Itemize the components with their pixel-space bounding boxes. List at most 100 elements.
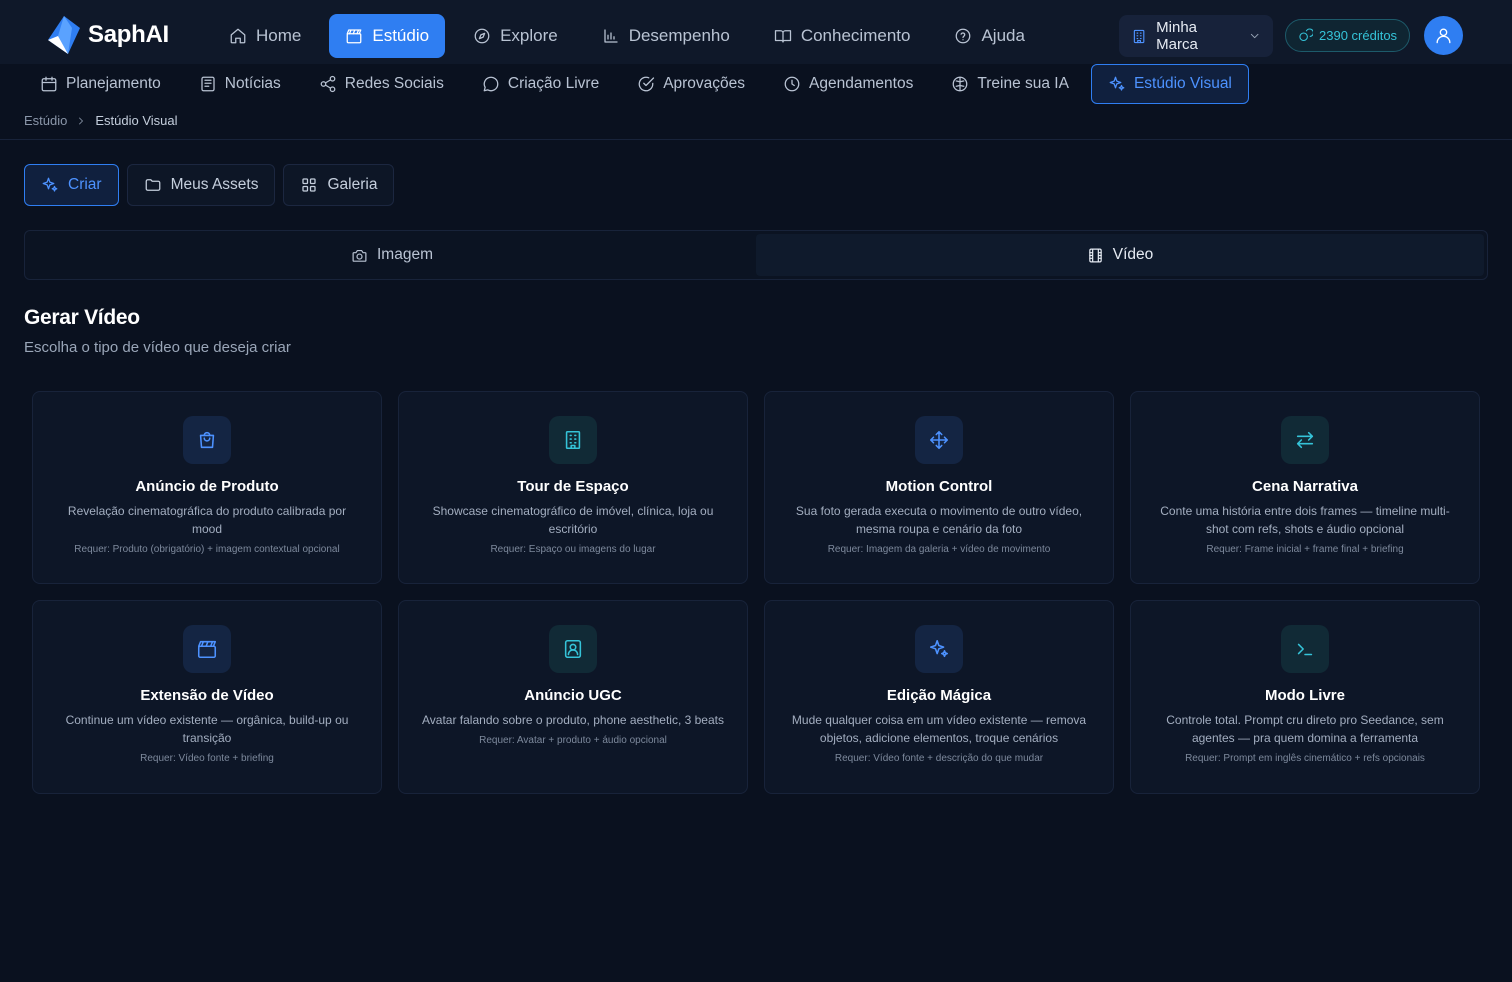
card-icon-box [183,625,231,673]
card-title: Anúncio de Produto [135,478,279,495]
subnav-estudio-visual[interactable]: Estúdio Visual [1090,64,1249,104]
sparkles-icon [929,639,949,658]
top-navigation-bar: SaphAI Home Estúdio Explore Desempenho C… [0,0,1512,64]
card-requirements: Requer: Prompt em inglês cinemático + re… [1185,753,1425,764]
user-square-icon [564,639,582,659]
move-icon [929,430,949,450]
card-motion-control[interactable]: Motion Control Sua foto gerada executa o… [764,391,1114,584]
nav-home-label: Home [256,26,302,45]
card-icon-box [1281,625,1329,673]
section-title: Gerar Vídeo [24,306,140,329]
clapperboard-icon [346,29,362,44]
tab-criar[interactable]: Criar [24,164,119,206]
card-cena-narrativa[interactable]: Cena Narrativa Conte uma história entre … [1130,391,1480,584]
tab-galeria-label: Galeria [327,176,378,193]
tab-meus-assets-label: Meus Assets [170,176,259,193]
card-title: Motion Control [885,478,993,495]
clapperboard-icon [197,640,217,659]
share-icon [320,75,336,93]
subnav-aprovacoes-label: Aprovações [663,75,746,92]
card-anuncio-ugc[interactable]: Anúncio UGC Avatar falando sobre o produ… [398,600,748,794]
card-icon-box [1281,416,1329,464]
nav-conhecimento-label: Conhecimento [800,26,911,45]
subnav-agendamentos[interactable]: Agendamentos [767,64,929,104]
subnav-planejamento-label: Planejamento [66,75,161,92]
card-title: Cena Narrativa [1252,478,1358,495]
toggle-video[interactable]: Vídeo [756,234,1484,276]
subnav-treine-sua-ia[interactable]: Treine sua IA [935,64,1085,104]
check-circle-icon [638,76,655,92]
nav-estudio[interactable]: Estúdio [329,14,446,58]
chevron-right-icon [79,117,84,124]
card-icon-box [549,625,597,673]
subnav-noticias[interactable]: Notícias [183,64,297,104]
card-description: Revelação cinematográfica do produto cal… [67,504,347,536]
newspaper-icon [201,76,215,92]
card-extensao-video[interactable]: Extensão de Vídeo Continue um vídeo exis… [32,600,382,794]
section-subtitle: Escolha o tipo de vídeo que deseja criar [24,339,291,356]
card-title: Tour de Espaço [517,478,629,495]
card-edicao-magica[interactable]: Edição Mágica Mude qualquer coisa em um … [764,600,1114,794]
arrows-left-right-icon [1296,431,1314,449]
subnav-estudio-visual-label: Estúdio Visual [1133,75,1232,92]
media-type-toggle: Imagem Vídeo [24,230,1488,280]
mode-tabs: Criar Meus Assets Galeria [24,164,395,206]
card-title: Anúncio UGC [524,687,622,704]
app-name: SaphAI [88,21,169,48]
nav-ajuda-label: Ajuda [981,26,1025,45]
breadcrumb: Estúdio Estúdio Visual [24,113,178,128]
nav-estudio-label: Estúdio [372,26,430,45]
subnav-aprovacoes[interactable]: Aprovações [621,64,761,104]
subnav-redes-sociais-label: Redes Sociais [344,75,444,92]
nav-desempenho[interactable]: Desempenho [586,14,746,58]
card-description: Controle total. Prompt cru direto pro Se… [1166,713,1444,745]
card-description: Continue um vídeo existente — orgânica, … [65,713,349,745]
subnav-redes-sociais[interactable]: Redes Sociais [303,64,460,104]
nav-ajuda[interactable]: Ajuda [938,14,1040,58]
nav-explore[interactable]: Explore [457,14,574,58]
subnav-criacao-livre[interactable]: Criação Livre [466,64,615,104]
credits-badge[interactable]: 2390 créditos [1285,19,1411,52]
sparkles-icon [42,177,58,192]
shopping-bag-icon [199,431,215,449]
terminal-icon [1297,643,1313,656]
card-description: Avatar falando sobre o produto, phone ae… [422,713,724,727]
card-icon-box [549,416,597,464]
bar-chart-icon [604,29,618,43]
subnav-agendamentos-label: Agendamentos [809,75,914,92]
message-circle-icon [483,76,499,92]
sub-navigation: Planejamento Notícias Redes Sociais Cria… [24,64,1249,104]
card-tour-espaco[interactable]: Tour de Espaço Showcase cinematográfico … [398,391,748,584]
building-icon [565,430,581,450]
brand-select[interactable]: Minha Marca [1119,15,1273,57]
toggle-video-label: Vídeo [1112,246,1154,263]
compass-icon [474,28,490,44]
toggle-imagem-label: Imagem [377,246,433,263]
app-logo[interactable]: SaphAI [46,14,169,56]
user-icon [1436,28,1451,44]
toggle-imagem[interactable]: Imagem [28,234,756,276]
breadcrumb-current: Estúdio Visual [95,113,178,128]
card-modo-livre[interactable]: Modo Livre Controle total. Prompt cru di… [1130,600,1480,794]
card-anuncio-produto[interactable]: Anúncio de Produto Revelação cinematográ… [32,391,382,584]
coins-icon [1299,28,1313,42]
card-description: Sua foto gerada executa o movimento de o… [795,504,1083,536]
card-description: Mude qualquer coisa em um vídeo existent… [791,713,1087,745]
grid-icon [302,178,317,192]
card-requirements: Requer: Vídeo fonte + descrição do que m… [834,753,1044,764]
nav-conhecimento[interactable]: Conhecimento [758,14,927,58]
header-divider [0,139,1512,140]
tab-meus-assets[interactable]: Meus Assets [126,164,276,206]
subnav-planejamento[interactable]: Planejamento [24,64,177,104]
card-icon-box [915,416,963,464]
nav-home[interactable]: Home [213,14,317,58]
user-avatar[interactable] [1424,16,1463,55]
breadcrumb-root[interactable]: Estúdio [24,113,67,128]
camera-icon [352,249,367,262]
card-requirements: Requer: Frame inicial + frame final + br… [1206,544,1404,555]
tab-criar-label: Criar [68,176,102,193]
help-circle-icon [956,28,971,44]
home-icon [230,28,246,44]
card-description: Conte uma história entre dois frames — t… [1160,504,1450,536]
tab-galeria[interactable]: Galeria [283,164,395,206]
